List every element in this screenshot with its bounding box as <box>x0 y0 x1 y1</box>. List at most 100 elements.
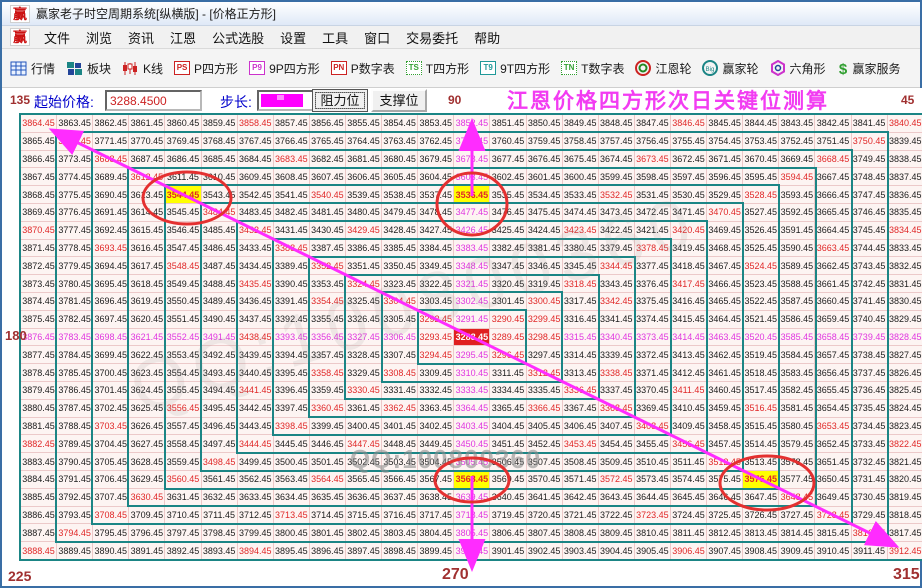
grid-cell: 3463.45 <box>706 327 744 347</box>
toolbar-item-7[interactable]: T9 9T四方形 <box>480 60 550 77</box>
grid-cell: 3450.45 <box>453 434 491 454</box>
grid-cell: 3469.45 <box>706 220 744 240</box>
resistance-button[interactable]: 阻力位 <box>312 89 368 112</box>
blocks-icon <box>66 61 83 76</box>
grid-cell: 3769.45 <box>164 131 202 151</box>
grid-cell: 3528.45 <box>742 185 780 204</box>
toolbar-item-6[interactable]: TS T四方形 <box>405 60 469 77</box>
grid-cell: 3379.45 <box>597 238 635 258</box>
grid-cell: 3794.45 <box>56 523 94 543</box>
grid-cell-keylevel: 3576.45 <box>742 469 780 489</box>
grid-cell: 3540.45 <box>308 185 346 204</box>
grid-row: 3886.45 3793.45 3708.45 3709.45 3710.45 3711.… <box>19 505 922 525</box>
grid-cell: 3722.45 <box>597 505 635 525</box>
grid-cell: 3621.45 <box>128 327 166 347</box>
toolbar-item-10[interactable]: Big 赢家轮 <box>702 60 759 77</box>
grid-cell: 3382.45 <box>489 238 527 258</box>
menu-item-1[interactable]: 浏览 <box>78 26 120 49</box>
toolbar-item-5[interactable]: PN P数字表 <box>330 60 395 77</box>
grid-cell: 3310.45 <box>453 363 491 382</box>
grid-cell: 3504.45 <box>417 452 455 471</box>
grid-cell: 3462.45 <box>706 345 744 365</box>
grid-cell: 3865.45 <box>19 131 58 151</box>
grid-cell: 3581.45 <box>778 398 816 418</box>
toolbar-item-3[interactable]: PS P四方形 <box>174 60 238 77</box>
grid-cell: 3878.45 <box>19 363 58 382</box>
grid-cell: 3719.45 <box>489 505 527 525</box>
menu-item-5[interactable]: 设置 <box>272 26 314 49</box>
grid-cell: 3838.45 <box>886 149 922 169</box>
toolbar-item-12[interactable]: $ 赢家服务 <box>837 60 900 77</box>
grid-cell: 3681.45 <box>344 149 383 169</box>
grid-cell: 3668.45 <box>814 149 852 169</box>
grid-cell: 3887.45 <box>19 523 58 543</box>
menu-item-3[interactable]: 江恩 <box>162 26 204 49</box>
grid-cell: 3684.45 <box>236 149 274 169</box>
grid-row: 3878.45 3785.45 3700.45 3623.45 3554.45 3493.… <box>19 363 922 382</box>
grid-cell: 3795.45 <box>92 523 130 543</box>
grid-cell: 3842.45 <box>814 114 852 133</box>
grid-cell: 3448.45 <box>381 434 419 454</box>
grid-cell: 3431.45 <box>272 220 310 240</box>
toolbar-item-4[interactable]: P9 9P四方形 <box>249 60 320 77</box>
grid-cell: 3575.45 <box>706 469 744 489</box>
grid-cell: 3687.45 <box>128 149 166 169</box>
toolbar-item-1[interactable]: 板块 <box>66 60 111 77</box>
grid-cell: 3418.45 <box>669 256 708 276</box>
grid-cell: 3407.45 <box>597 416 635 436</box>
grid-cell: 3644.45 <box>633 487 671 507</box>
grid-cell: 3778.45 <box>56 238 94 258</box>
start-price-input[interactable] <box>105 90 202 111</box>
toolbar-item-2[interactable]: K线 <box>122 60 163 77</box>
grid-cell: 3839.45 <box>886 131 922 151</box>
menu-item-6[interactable]: 工具 <box>314 26 356 49</box>
grid-row: 3883.45 3790.45 3705.45 3628.45 3559.45 3498.… <box>19 452 922 471</box>
menu-logo-icon: 赢 <box>10 28 30 46</box>
toolbar-item-9[interactable]: 江恩轮 <box>635 60 691 77</box>
grid-cell: 3882.45 <box>19 434 58 454</box>
toolbar-item-label: 行情 <box>31 61 56 76</box>
menu-item-4[interactable]: 公式选股 <box>204 26 272 49</box>
grid-cell: 3597.45 <box>669 167 708 187</box>
menu-item-7[interactable]: 窗口 <box>356 26 398 49</box>
grid-cell: 3390.45 <box>272 274 310 293</box>
grid-cell: 3803.45 <box>381 523 419 543</box>
toolbar-item-8[interactable]: TN T数字表 <box>561 60 624 77</box>
grid-cell: 3717.45 <box>417 505 455 525</box>
grid-cell: 3579.45 <box>778 434 816 454</box>
grid-cell: 3476.45 <box>489 202 527 222</box>
grid-cell: 3356.45 <box>308 327 346 347</box>
menu-item-0[interactable]: 文件 <box>36 26 78 49</box>
grid-cell: 3375.45 <box>633 291 671 311</box>
menu-item-2[interactable]: 资讯 <box>120 26 162 49</box>
grid-cell: 3573.45 <box>633 469 671 489</box>
grid-cell: 3605.45 <box>381 167 419 187</box>
toolbar-item-label: K线 <box>143 61 164 76</box>
toolbar-item-11[interactable]: 六角形 <box>770 60 826 77</box>
grid-cell: 3517.45 <box>742 380 780 400</box>
grid-cell: 3885.45 <box>19 487 58 507</box>
grid-cell: 3638.45 <box>417 487 455 507</box>
grid-cell: 3360.45 <box>308 398 346 418</box>
support-button[interactable]: 支撑位 <box>371 89 427 112</box>
toolbar-item-label: T数字表 <box>581 61 625 76</box>
grid-cell: 3442.45 <box>236 398 274 418</box>
grid-cell: 3305.45 <box>381 309 419 329</box>
grid-cell: 3596.45 <box>706 167 744 187</box>
grid-cell: 3649.45 <box>814 487 852 507</box>
menu-item-9[interactable]: 帮助 <box>466 26 508 49</box>
grid-cell: 3635.45 <box>308 487 346 507</box>
grid-cell: 3373.45 <box>633 327 671 347</box>
grid-cell: 3699.45 <box>92 345 130 365</box>
grid-cell: 3820.45 <box>886 469 922 489</box>
grid-cell: 3889.45 <box>56 541 94 560</box>
grid-cell: 3685.45 <box>200 149 238 169</box>
menu-item-8[interactable]: 交易委托 <box>398 26 466 49</box>
grid-cell: 3532.45 <box>597 185 635 204</box>
grid-cell: 3786.45 <box>56 380 94 400</box>
grid-cell: 3497.45 <box>200 434 238 454</box>
toolbar-item-0[interactable]: 行情 <box>10 60 55 77</box>
grid-cell: 3636.45 <box>344 487 383 507</box>
grid-cell: 3466.45 <box>706 274 744 293</box>
toolbar: 行情 板块 K线 PS P四方形 P9 9P四方形 PN P数字表 TS T四方形 T9 9T四方形 TN… <box>2 49 920 88</box>
